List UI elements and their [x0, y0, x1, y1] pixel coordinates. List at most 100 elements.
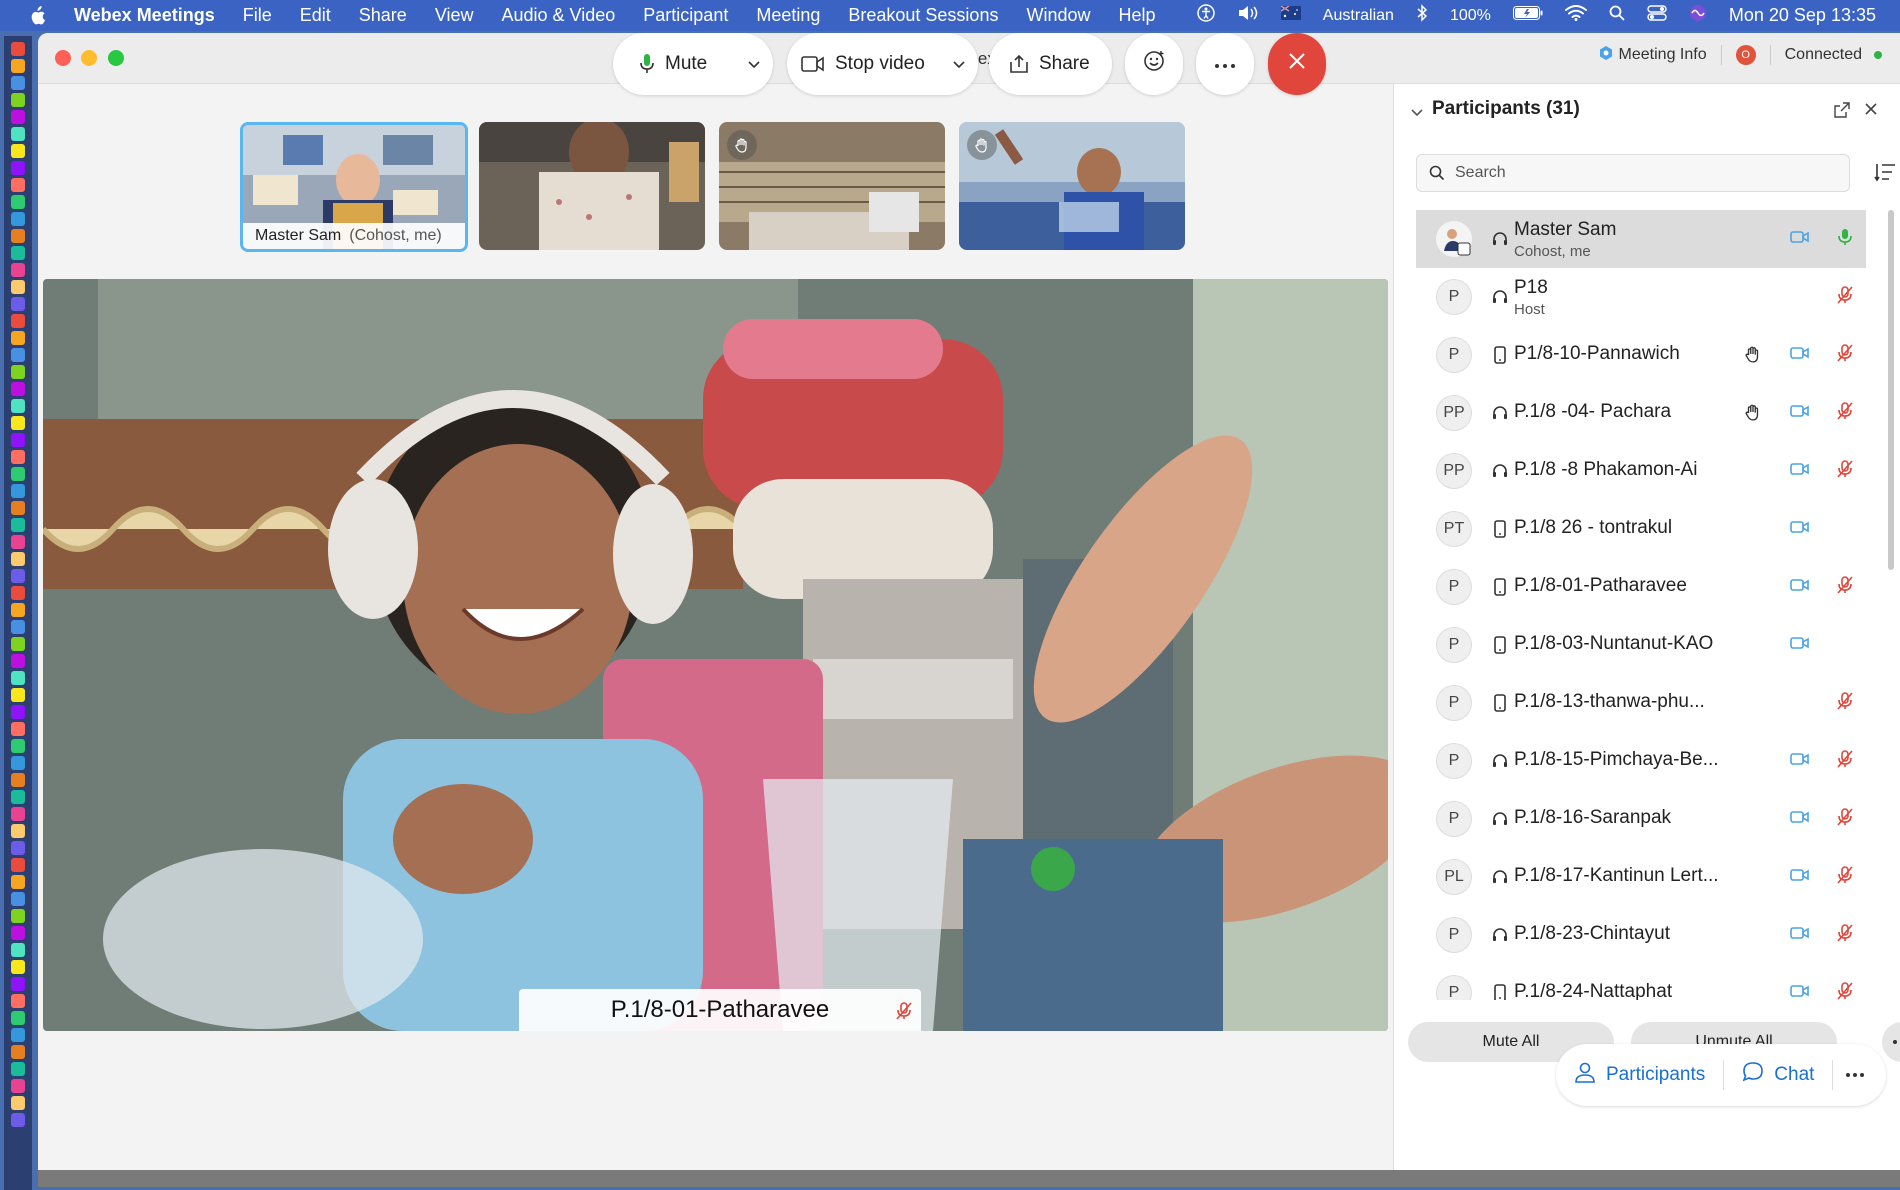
muted-mic-icon[interactable] — [1836, 343, 1854, 368]
dock-app-icon[interactable] — [11, 161, 25, 175]
dock-app-icon[interactable] — [11, 773, 25, 787]
menu-edit[interactable]: Edit — [300, 5, 331, 26]
video-thumbnail[interactable] — [719, 122, 945, 250]
muted-mic-icon[interactable] — [1836, 749, 1854, 774]
minimize-window-button[interactable] — [81, 50, 97, 66]
dock-app-icon[interactable] — [11, 144, 25, 158]
dock-app-icon[interactable] — [11, 841, 25, 855]
dock-app-icon[interactable] — [11, 807, 25, 821]
battery-icon[interactable] — [1512, 6, 1543, 25]
stop-video-button[interactable]: Stop video — [787, 33, 978, 95]
dock-app-icon[interactable] — [11, 875, 25, 889]
chevron-down-icon[interactable] — [952, 55, 966, 77]
muted-mic-icon[interactable] — [1836, 459, 1854, 484]
participant-row[interactable]: PL P.1/8-17-Kantinun Lert... — [1416, 848, 1866, 906]
participants-toggle-button[interactable]: Participants — [1556, 1044, 1723, 1106]
dock-app-icon[interactable] — [11, 110, 25, 124]
menu-participant[interactable]: Participant — [643, 5, 728, 26]
pop-out-icon[interactable] — [1834, 102, 1850, 123]
chat-button[interactable]: Chat — [1724, 1044, 1832, 1106]
participant-list-scrollbar[interactable] — [1888, 210, 1894, 570]
menu-breakout-sessions[interactable]: Breakout Sessions — [848, 5, 998, 26]
dock-app-icon[interactable] — [11, 1028, 25, 1042]
accessibility-icon[interactable] — [1197, 4, 1215, 27]
dock-app-icon[interactable] — [11, 824, 25, 838]
dock-app-icon[interactable] — [11, 76, 25, 90]
muted-mic-icon[interactable] — [1836, 285, 1854, 310]
dock-app-icon[interactable] — [11, 858, 25, 872]
dock-app-icon[interactable] — [11, 59, 25, 73]
video-thumbnail[interactable] — [479, 122, 705, 250]
dock-app-icon[interactable] — [11, 1062, 25, 1076]
participant-row[interactable]: P P.1/8-13-thanwa-phu... — [1416, 674, 1866, 732]
dock-app-icon[interactable] — [11, 93, 25, 107]
menu-view[interactable]: View — [435, 5, 474, 26]
dock-app-icon[interactable] — [11, 552, 25, 566]
dock-app-icon[interactable] — [11, 1096, 25, 1110]
dock-app-icon[interactable] — [11, 365, 25, 379]
leave-meeting-button[interactable] — [1268, 33, 1326, 95]
dock-app-icon[interactable] — [11, 977, 25, 991]
reactions-button[interactable] — [1125, 33, 1183, 95]
menu-file[interactable]: File — [243, 5, 272, 26]
dock-app-icon[interactable] — [11, 331, 25, 345]
video-thumbnail-self[interactable]: Master Sam (Cohost, me) — [240, 122, 468, 252]
share-button[interactable]: Share — [989, 33, 1112, 95]
close-window-button[interactable] — [55, 50, 71, 66]
dock-app-icon[interactable] — [11, 756, 25, 770]
participant-row[interactable]: PP P.1/8 -8 Phakamon-Ai — [1416, 442, 1866, 500]
menu-window[interactable]: Window — [1026, 5, 1090, 26]
spotlight-search-icon[interactable] — [1609, 5, 1625, 26]
dock-app-icon[interactable] — [11, 960, 25, 974]
volume-icon[interactable] — [1237, 4, 1259, 27]
participant-row[interactable]: PT P.1/8 26 - tontrakul — [1416, 500, 1866, 558]
muted-mic-icon[interactable] — [1836, 401, 1854, 426]
muted-mic-icon[interactable] — [1836, 575, 1854, 600]
dock-app-icon[interactable] — [11, 722, 25, 736]
menu-help[interactable]: Help — [1119, 5, 1156, 26]
dock-app-icon[interactable] — [11, 178, 25, 192]
dock-app-icon[interactable] — [11, 1045, 25, 1059]
dock-app-icon[interactable] — [11, 450, 25, 464]
dock-app-icon[interactable] — [11, 943, 25, 957]
muted-mic-icon[interactable] — [1836, 865, 1854, 890]
participant-row[interactable]: Master Sam Cohost, me — [1416, 210, 1866, 268]
dock-app-icon[interactable] — [11, 892, 25, 906]
dock-app-icon[interactable] — [11, 42, 25, 56]
participant-row[interactable]: P P.1/8-15-Pimchaya-Be... — [1416, 732, 1866, 790]
mute-button[interactable]: Mute — [613, 33, 773, 95]
participant-row[interactable]: P P.1/8-24-Nattaphat — [1416, 964, 1866, 1000]
dock-app-icon[interactable] — [11, 246, 25, 260]
collapse-chevron-icon[interactable] — [1410, 105, 1424, 124]
participant-row[interactable]: P P.1/8-01-Patharavee — [1416, 558, 1866, 616]
bluetooth-icon[interactable] — [1416, 4, 1428, 27]
menu-audio-video[interactable]: Audio & Video — [502, 5, 616, 26]
dock-app-icon[interactable] — [11, 1079, 25, 1093]
chevron-down-icon[interactable] — [747, 55, 761, 77]
dock-app-icon[interactable] — [11, 535, 25, 549]
dock-app-icon[interactable] — [11, 909, 25, 923]
dock-app-icon[interactable] — [11, 671, 25, 685]
dock-app-icon[interactable] — [11, 518, 25, 532]
dock-app-icon[interactable] — [11, 603, 25, 617]
dock-app-icon[interactable] — [11, 484, 25, 498]
recording-badge[interactable]: O — [1735, 45, 1756, 65]
dock-app-icon[interactable] — [11, 620, 25, 634]
menu-share[interactable]: Share — [359, 5, 407, 26]
muted-mic-icon[interactable] — [1836, 923, 1854, 948]
sort-list-icon[interactable] — [1874, 162, 1896, 187]
dock-app-icon[interactable] — [11, 195, 25, 209]
meeting-info-button[interactable]: Meeting Info — [1619, 46, 1707, 64]
dock-app-icon[interactable] — [11, 637, 25, 651]
dock-app-icon[interactable] — [11, 212, 25, 226]
microphone-icon[interactable] — [1836, 227, 1854, 252]
participant-row[interactable]: P P.1/8-03-Nuntanut-KAO — [1416, 616, 1866, 674]
muted-mic-icon[interactable] — [1836, 981, 1854, 1000]
dock-app-icon[interactable] — [11, 926, 25, 940]
dock-app-icon[interactable] — [11, 501, 25, 515]
wifi-icon[interactable] — [1564, 5, 1587, 26]
dock-app-icon[interactable] — [11, 348, 25, 362]
dock-app-icon[interactable] — [11, 994, 25, 1008]
dock-app-icon[interactable] — [11, 416, 25, 430]
app-name-menu[interactable]: Webex Meetings — [74, 5, 215, 26]
